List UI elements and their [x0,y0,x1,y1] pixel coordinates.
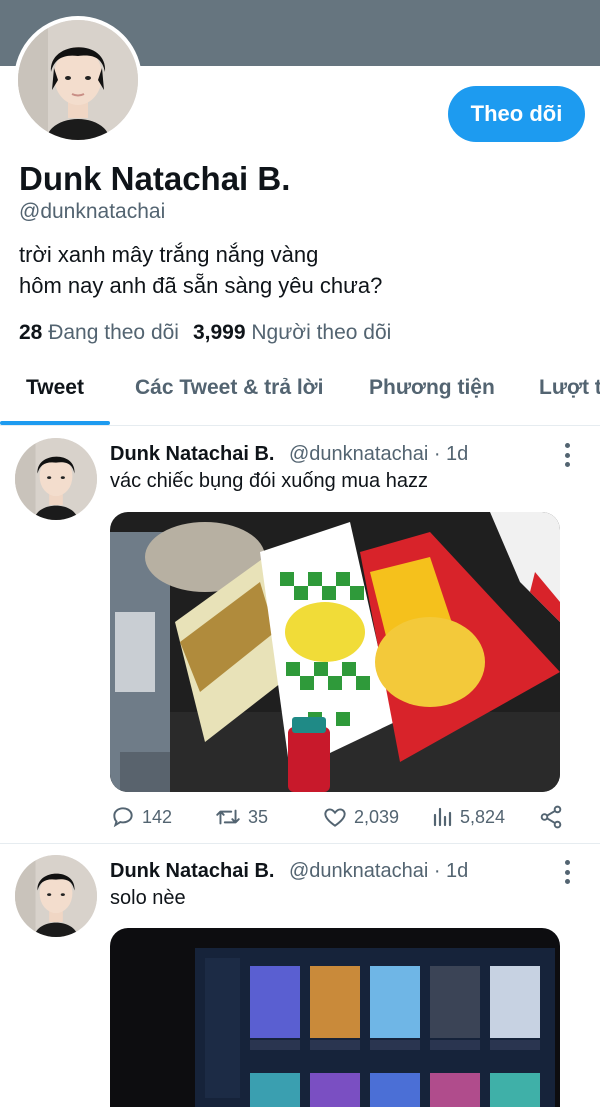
views-count: 5,824 [460,806,506,827]
reply-count: 142 [142,806,173,827]
following-link[interactable]: 28 Đang theo dõi [19,321,179,344]
tweet-actions: 142 35 2,039 5,824 [110,804,570,834]
like-icon [324,808,346,827]
followers-count: 3,999 [192,321,246,344]
more-vertical-icon[interactable] [562,860,572,884]
like-button[interactable]: 2,039 [322,804,399,830]
profile-name: Dunk Natachai B. [19,160,291,197]
following-count: 28 [19,321,43,344]
profile-avatar[interactable] [14,16,142,144]
retweet-count: 35 [248,806,269,827]
views-icon [433,807,452,827]
followers-label: Người theo dõi [251,321,392,344]
tweet-author-meta: @dunknatachai · 1d [289,443,469,465]
tab-tweets[interactable]: Tweet [26,376,84,400]
share-button[interactable] [538,804,570,830]
following-label: Đang theo dõi [48,321,179,344]
tweet-author-name[interactable]: Dunk Natachai B. [110,443,274,466]
tweet-text: vác chiếc bụng đói xuống mua hazz [110,470,428,492]
tweet-photo[interactable] [110,512,560,792]
tab-media[interactable]: Phương tiện [369,376,495,400]
tweet-text: solo nèe [110,887,186,909]
tweet-divider [0,843,600,844]
follow-button[interactable]: Theo dõi [448,86,585,142]
retweet-button[interactable]: 35 [214,804,268,830]
profile-bio: trời xanh mây trắng nắng vàng hôm nay an… [19,239,382,301]
tab-tweets-replies[interactable]: Các Tweet & trả lời [135,376,323,400]
views-button[interactable]: 5,824 [430,804,505,830]
profile-tabs: Tweet Các Tweet & trả lời Phương tiện Lư… [0,360,600,426]
retweet-icon [216,809,240,825]
more-vertical-icon[interactable] [562,443,572,467]
like-count: 2,039 [354,806,400,827]
follow-counts: 28 Đang theo dõi 3,999 Người theo dõi [19,321,391,345]
tweet-author-meta: @dunknatachai · 1d [289,860,469,882]
share-icon [540,805,562,829]
tweet-photo[interactable] [110,928,560,1107]
tweet-avatar[interactable] [15,855,97,937]
bio-line: trời xanh mây trắng nắng vàng [19,242,319,267]
tweet-avatar[interactable] [15,438,97,520]
profile-handle: @dunknatachai [19,200,166,223]
active-tab-indicator [0,421,110,425]
followers-link[interactable]: 3,999 Người theo dõi [193,321,391,344]
reply-button[interactable]: 142 [110,804,172,830]
reply-icon [113,807,133,828]
bio-line: hôm nay anh đã sẵn sàng yêu chưa? [19,273,383,298]
tweet-author-name[interactable]: Dunk Natachai B. [110,860,274,883]
tab-likes[interactable]: Lượt thích [539,376,600,400]
